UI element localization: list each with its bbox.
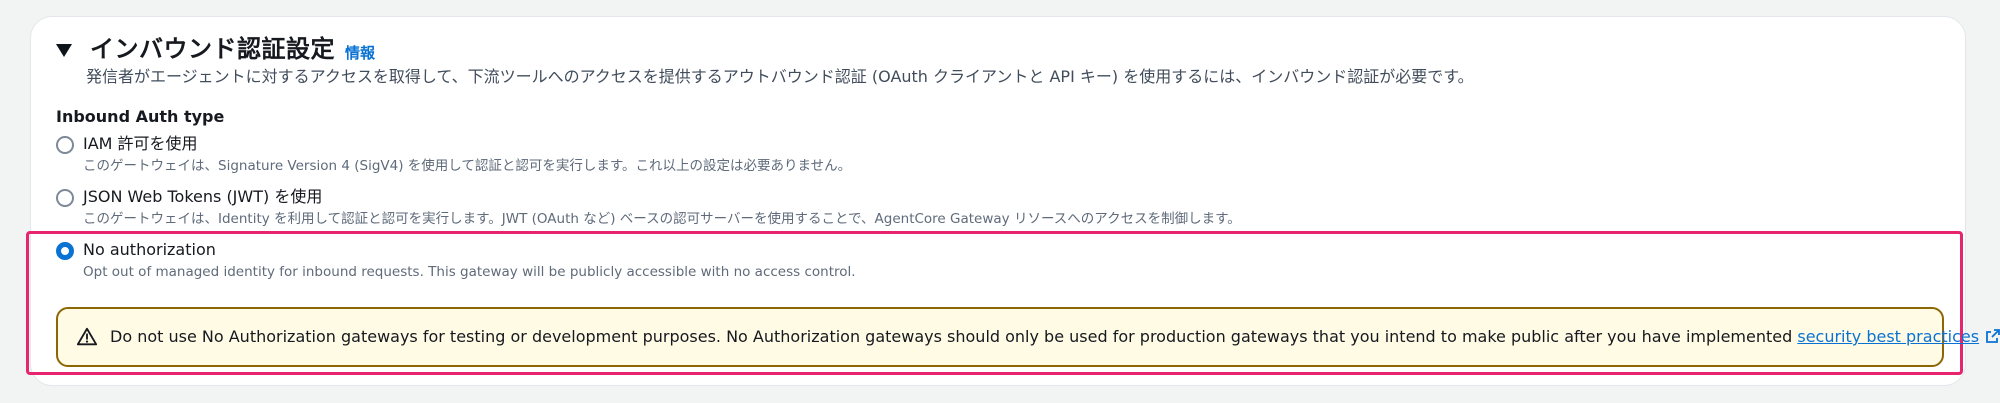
radio-description-iam: このゲートウェイは、Signature Version 4 (SigV4) を使… [83,158,852,174]
security-best-practices-label: security best practices [1797,327,1980,346]
caret-down-icon[interactable] [56,43,72,57]
radio-option-iam[interactable]: IAM 許可を使用 このゲートウェイは、Signature Version 4 … [56,133,851,176]
section-header: インバウンド認証設定 情報 [56,32,375,66]
security-best-practices-link[interactable]: security best practices [1797,327,2000,346]
radio-jwt[interactable] [56,189,74,207]
external-link-icon [1986,329,2000,343]
warning-alert: Do not use No Authorization gateways for… [56,307,2000,367]
radio-label-iam: IAM 許可を使用 [83,134,198,153]
radio-description-jwt: このゲートウェイは、Identity を利用して認証と認可を実行します。JWT … [83,211,1241,227]
alert-text: Do not use No Authorization gateways for… [110,326,2000,348]
radio-option-jwt[interactable]: JSON Web Tokens (JWT) を使用 このゲートウェイは、Iden… [56,186,1241,229]
section-title[interactable]: インバウンド認証設定 [90,32,335,66]
inbound-auth-type-label: Inbound Auth type [56,107,225,126]
radio-iam[interactable] [56,136,74,154]
warning-icon [76,327,98,346]
alert-message: Do not use No Authorization gateways for… [110,327,1798,346]
page: インバウンド認証設定 情報 発信者がエージェントに対するアクセスを取得して、下流… [0,0,2000,403]
section-description: 発信者がエージェントに対するアクセスを取得して、下流ツールへのアクセスを提供する… [86,67,1474,86]
info-link[interactable]: 情報 [345,42,375,63]
radio-label-jwt: JSON Web Tokens (JWT) を使用 [83,187,323,206]
